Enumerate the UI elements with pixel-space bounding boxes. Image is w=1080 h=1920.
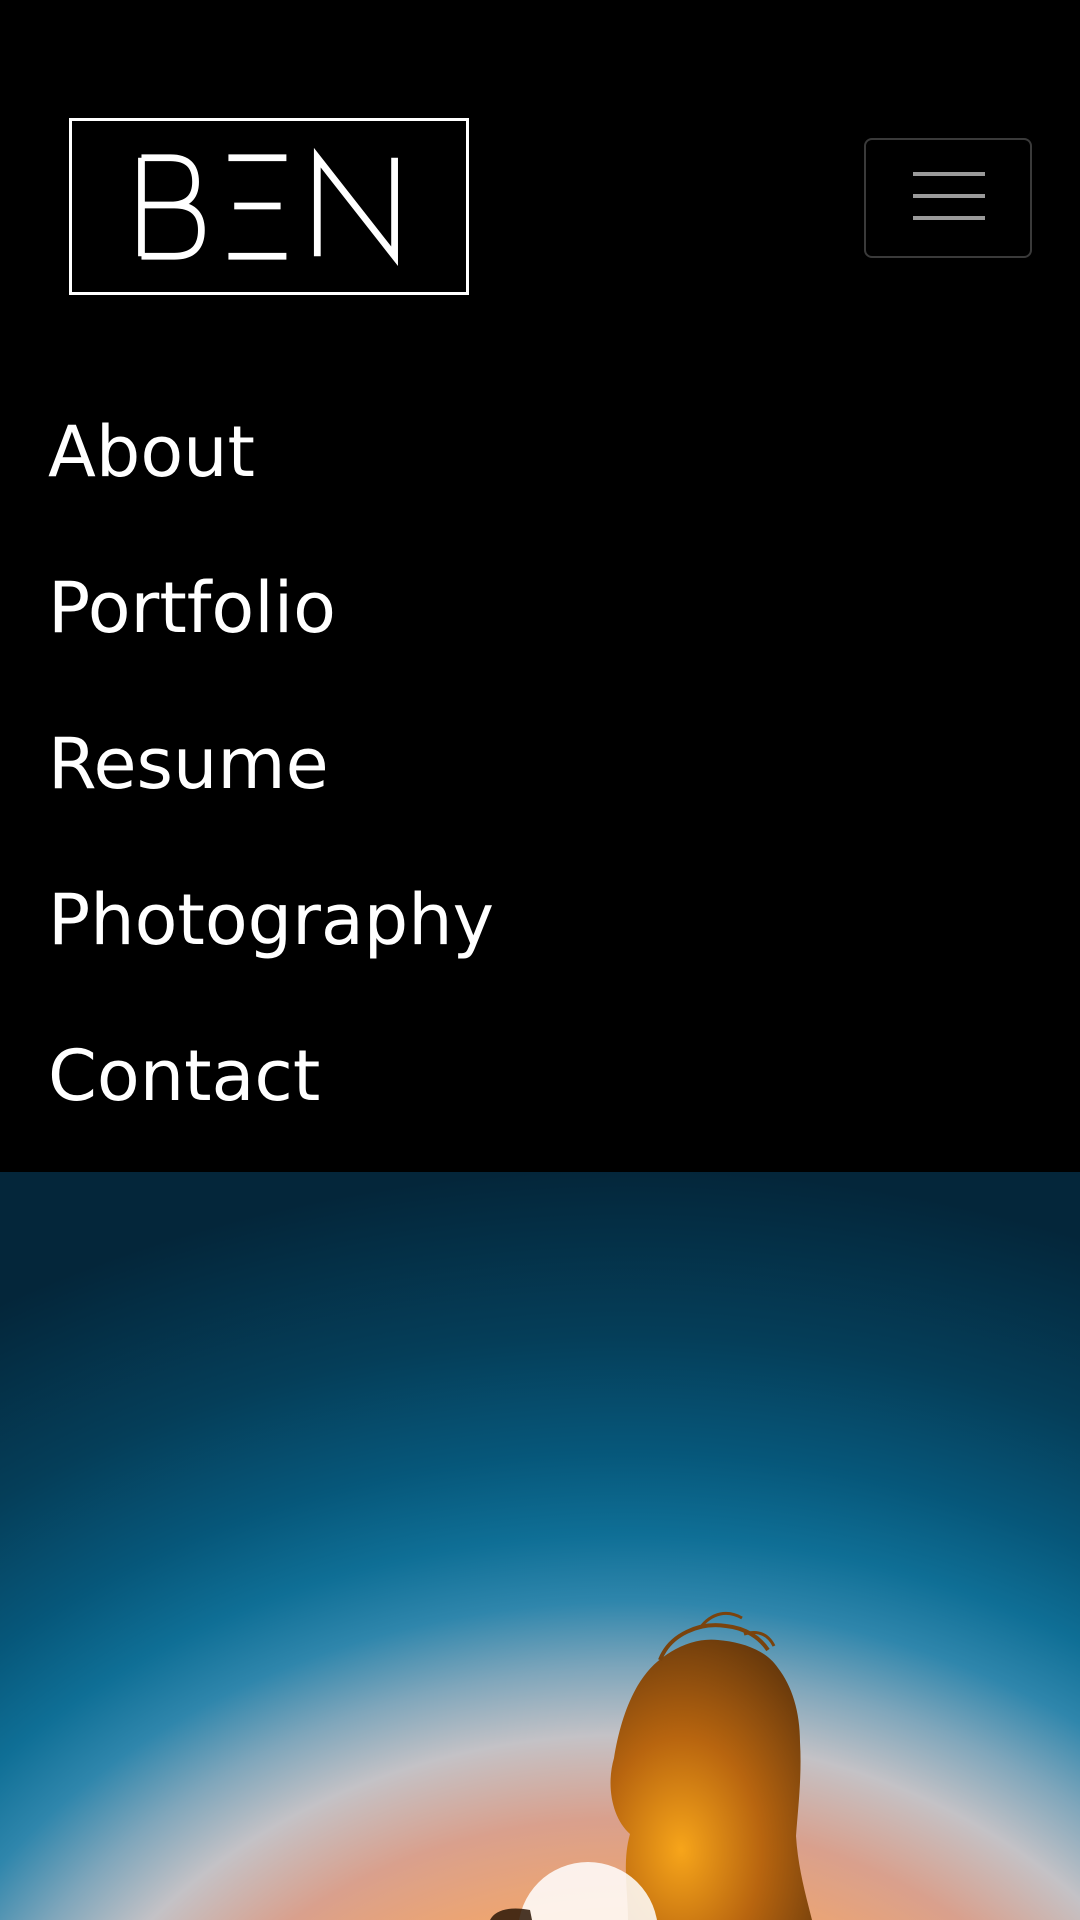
hero-image — [0, 1172, 1080, 1920]
nav-menu: About Portfolio Resume Photography Conta… — [0, 390, 1080, 1170]
nav-item-resume: Resume — [0, 702, 1080, 858]
nav-link-contact[interactable]: Contact — [0, 1014, 1080, 1138]
nav-link-about[interactable]: About — [0, 390, 1080, 514]
navbar-toggler-button[interactable] — [864, 138, 1032, 258]
nav-item-contact: Contact — [0, 1014, 1080, 1170]
nav-link-photography[interactable]: Photography — [0, 858, 1080, 982]
navbar: About Portfolio Resume Photography Conta… — [0, 0, 1080, 1172]
brand-logo[interactable] — [69, 118, 469, 295]
nav-link-portfolio[interactable]: Portfolio — [0, 546, 1080, 670]
logo-mark — [138, 147, 398, 267]
nav-item-portfolio: Portfolio — [0, 546, 1080, 702]
nav-link-resume[interactable]: Resume — [0, 702, 1080, 826]
person-silhouette — [610, 1639, 812, 1920]
nav-item-about: About — [0, 390, 1080, 546]
nav-item-photography: Photography — [0, 858, 1080, 1014]
silhouette-illustration — [490, 1611, 812, 1920]
